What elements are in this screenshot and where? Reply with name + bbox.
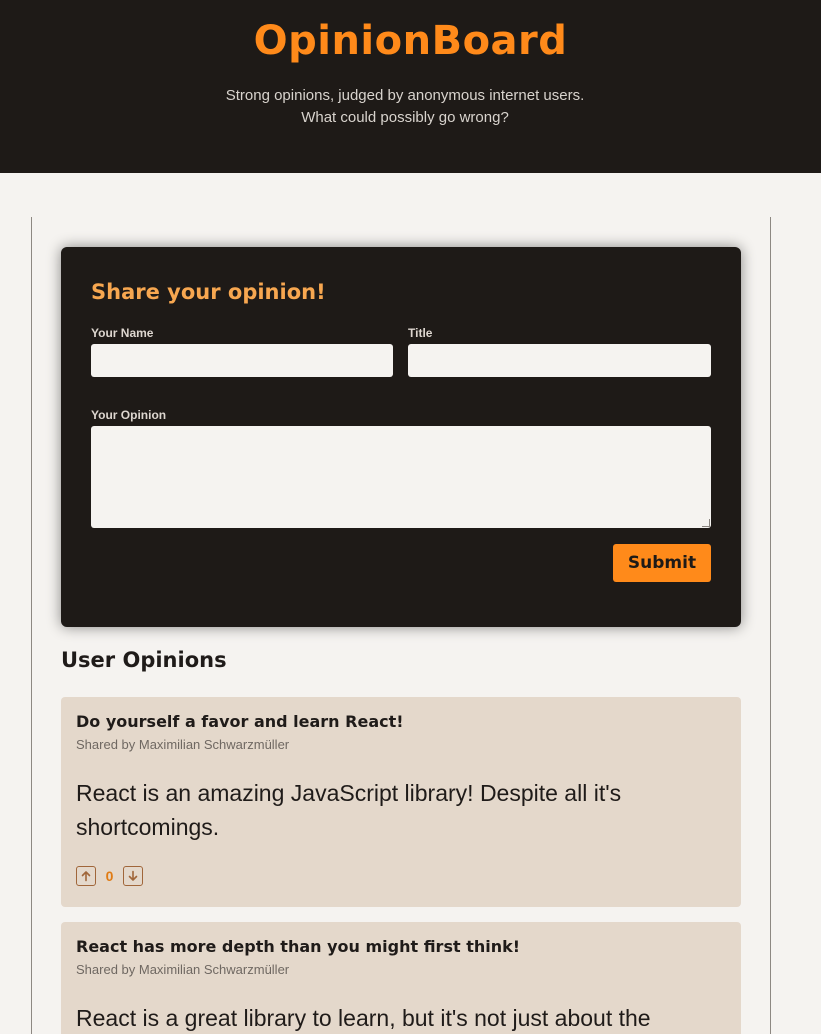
opinion-author: Shared by Maximilian Schwarzmüller [76,962,290,977]
vote-controls: 0 [76,865,143,887]
submit-button[interactable]: Submit [613,544,711,582]
opinion-body: React is an amazing JavaScript library! … [76,780,622,840]
title-input[interactable] [408,344,711,377]
upvote-button[interactable] [76,866,96,886]
opinion-body: React is a great library to learn, but i… [76,1005,651,1031]
opinions-heading: User Opinions [61,648,227,672]
vote-count: 0 [105,868,114,884]
opinion-card: React has more depth than you might firs… [61,922,741,1034]
opinion-card: Do yourself a favor and learn React! Sha… [61,697,741,907]
downvote-button[interactable] [123,866,143,886]
site-tagline: Strong opinions, judged by anonymous int… [225,87,585,126]
arrow-down-icon [128,870,138,881]
opinion-textarea[interactable] [91,426,711,528]
title-label: Title [408,326,433,340]
resize-handle-icon[interactable] [702,519,710,527]
opinion-textarea-wrap [91,426,711,528]
new-opinion-form: Share your opinion! Your Name Title Your… [61,247,741,627]
arrow-up-icon [81,871,91,882]
site-title: OpinionBoard [253,18,568,64]
name-label: Your Name [91,326,154,340]
opinion-label: Your Opinion [91,408,167,422]
form-heading: Share your opinion! [91,280,326,304]
name-input[interactable] [91,344,393,377]
opinion-title: React has more depth than you might firs… [76,937,521,956]
site-header: OpinionBoard Strong opinions, judged by … [0,0,821,173]
opinion-author: Shared by Maximilian Schwarzmüller [76,737,290,752]
opinion-title: Do yourself a favor and learn React! [76,712,404,731]
